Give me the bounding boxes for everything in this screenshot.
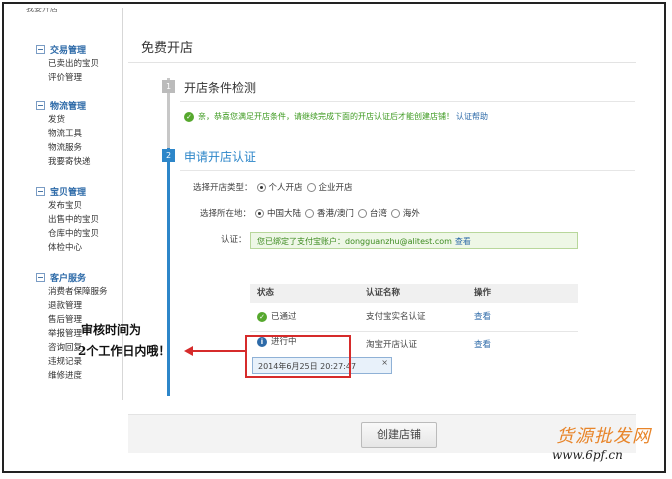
radio-taiwan-label[interactable]: 台湾 <box>370 207 387 219</box>
radio-overseas[interactable] <box>390 208 400 218</box>
page-title: 免费开店 <box>141 41 194 56</box>
condition-text: 亲，恭喜您满足开店条件，请继续完成下面的开店认证后才能创建店铺！ <box>198 112 454 121</box>
radio-hk-macau[interactable] <box>305 208 315 218</box>
arrow-left-icon <box>184 346 193 356</box>
sidebar-group-title: 宝贝管理 <box>50 188 87 198</box>
radio-personal[interactable] <box>256 182 266 192</box>
condition-message: ✓ 亲，恭喜您满足开店条件，请继续完成下面的开店认证后才能创建店铺！ 认证帮助 <box>184 111 488 122</box>
check-circle-icon: ✓ <box>257 311 267 322</box>
note-line-1: 审核时间为 <box>81 323 142 337</box>
sidebar-group-items: 宝贝管理 发布宝贝 出售中的宝贝 仓库中的宝贝 体检中心 <box>22 184 122 255</box>
table-row: ✓ 已通过 支付宝实名认证 查看 <box>250 304 578 332</box>
divider <box>128 62 636 63</box>
step-2-badge: 2 <box>162 149 175 162</box>
sidebar-item-express[interactable]: 我要寄快递 <box>22 155 122 169</box>
sidebar-item-ship[interactable]: 发货 <box>22 113 122 127</box>
sidebar-item-logistics-tools[interactable]: 物流工具 <box>22 127 122 141</box>
collapse-icon[interactable] <box>36 45 45 54</box>
radio-personal-label[interactable]: 个人开店 <box>269 181 303 193</box>
watermark-title: 货源批发网 <box>556 426 651 447</box>
step-1-title: 开店条件检测 <box>184 81 257 95</box>
view-link[interactable]: 查看 <box>474 332 491 359</box>
cert-name: 淘宝开店认证 <box>366 340 418 350</box>
sidebar-group-title: 客户服务 <box>50 274 87 284</box>
shop-type-row: 选择开店类型： 个人开店 企业开店 <box>193 181 353 193</box>
radio-enterprise[interactable] <box>306 182 316 192</box>
note-line-2: 2个工作日内哦！ <box>78 344 171 358</box>
review-time-note: 审核时间为 2个工作日内哦！ <box>78 320 170 362</box>
sidebar-group-title: 交易管理 <box>50 46 87 56</box>
cert-name: 支付宝实名认证 <box>366 312 426 322</box>
radio-overseas-label[interactable]: 海外 <box>403 207 420 219</box>
view-alipay-link[interactable]: 查看 <box>455 237 471 246</box>
sidebar-group-title: 物流管理 <box>50 102 87 112</box>
sidebar-group-header[interactable]: 物流管理 <box>22 98 122 113</box>
location-label: 选择所在地： <box>200 209 252 219</box>
sidebar-item-sold[interactable]: 已卖出的宝贝 <box>22 57 122 71</box>
radio-mainland[interactable] <box>255 208 265 218</box>
sidebar-item-on-sale[interactable]: 出售中的宝贝 <box>22 213 122 227</box>
watermark-url: www.6pf.cn <box>552 448 623 462</box>
sidebar-group-header[interactable]: 交易管理 <box>22 42 122 57</box>
sidebar-item-publish[interactable]: 发布宝贝 <box>22 199 122 213</box>
collapse-icon[interactable] <box>36 273 45 282</box>
highlight-box <box>245 335 351 378</box>
sidebar-item-logistics-service[interactable]: 物流服务 <box>22 141 122 155</box>
location-row: 选择所在地： 中国大陆 香港/澳门 台湾 海外 <box>200 207 420 219</box>
sidebar-group-header[interactable]: 客户服务 <box>22 270 122 285</box>
radio-taiwan[interactable] <box>357 208 367 218</box>
divider <box>180 170 635 171</box>
sidebar-item-reviews[interactable]: 评价管理 <box>22 71 122 85</box>
sidebar-group-header[interactable]: 宝贝管理 <box>22 184 122 199</box>
check-circle-icon: ✓ <box>184 111 194 122</box>
col-action: 操作 <box>474 288 492 298</box>
status-text: 已通过 <box>271 312 297 322</box>
shop-type-label: 选择开店类型： <box>193 183 253 193</box>
sidebar-item-repair[interactable]: 维修进度 <box>22 369 122 383</box>
create-shop-button[interactable]: 创建店铺 <box>361 422 437 448</box>
step-1-badge: 1 <box>162 80 175 93</box>
sidebar-item-protection[interactable]: 消费者保障服务 <box>22 285 122 299</box>
step-2-title: 申请开店认证 <box>184 150 257 164</box>
status-cell: ✓ 已通过 <box>257 304 297 331</box>
col-name: 认证名称 <box>366 288 401 298</box>
view-link[interactable]: 查看 <box>474 304 491 331</box>
radio-enterprise-label[interactable]: 企业开店 <box>319 181 353 193</box>
sidebar-item-checkup[interactable]: 体检中心 <box>22 241 122 255</box>
help-link[interactable]: 认证帮助 <box>456 111 488 122</box>
sidebar-item-warehouse[interactable]: 仓库中的宝贝 <box>22 227 122 241</box>
collapse-icon[interactable] <box>36 101 45 110</box>
sidebar-group-logistics: 物流管理 发货 物流工具 物流服务 我要寄快递 <box>22 98 122 169</box>
verify-label: 认证： <box>221 235 247 245</box>
col-status: 状态 <box>257 288 275 298</box>
alipay-bound-text: 您已绑定了支付宝账户：dongguanzhu@alitest.com <box>257 237 452 246</box>
verify-row: 认证： <box>221 233 247 245</box>
sidebar-group-trade: 交易管理 已卖出的宝贝 评价管理 <box>22 42 122 85</box>
radio-hk-macau-label[interactable]: 香港/澳门 <box>317 207 354 219</box>
sidebar-item-refund[interactable]: 退款管理 <box>22 299 122 313</box>
close-icon[interactable]: × <box>381 354 388 371</box>
radio-mainland-label[interactable]: 中国大陆 <box>267 207 301 219</box>
sidebar-item-cut[interactable]: 我要开店 <box>26 8 58 14</box>
arrow-line <box>192 350 245 352</box>
table-header: 状态 认证名称 操作 <box>250 284 578 303</box>
alipay-bound-message: 您已绑定了支付宝账户：dongguanzhu@alitest.com 查看 <box>250 232 578 249</box>
collapse-icon[interactable] <box>36 187 45 196</box>
divider <box>180 101 635 102</box>
